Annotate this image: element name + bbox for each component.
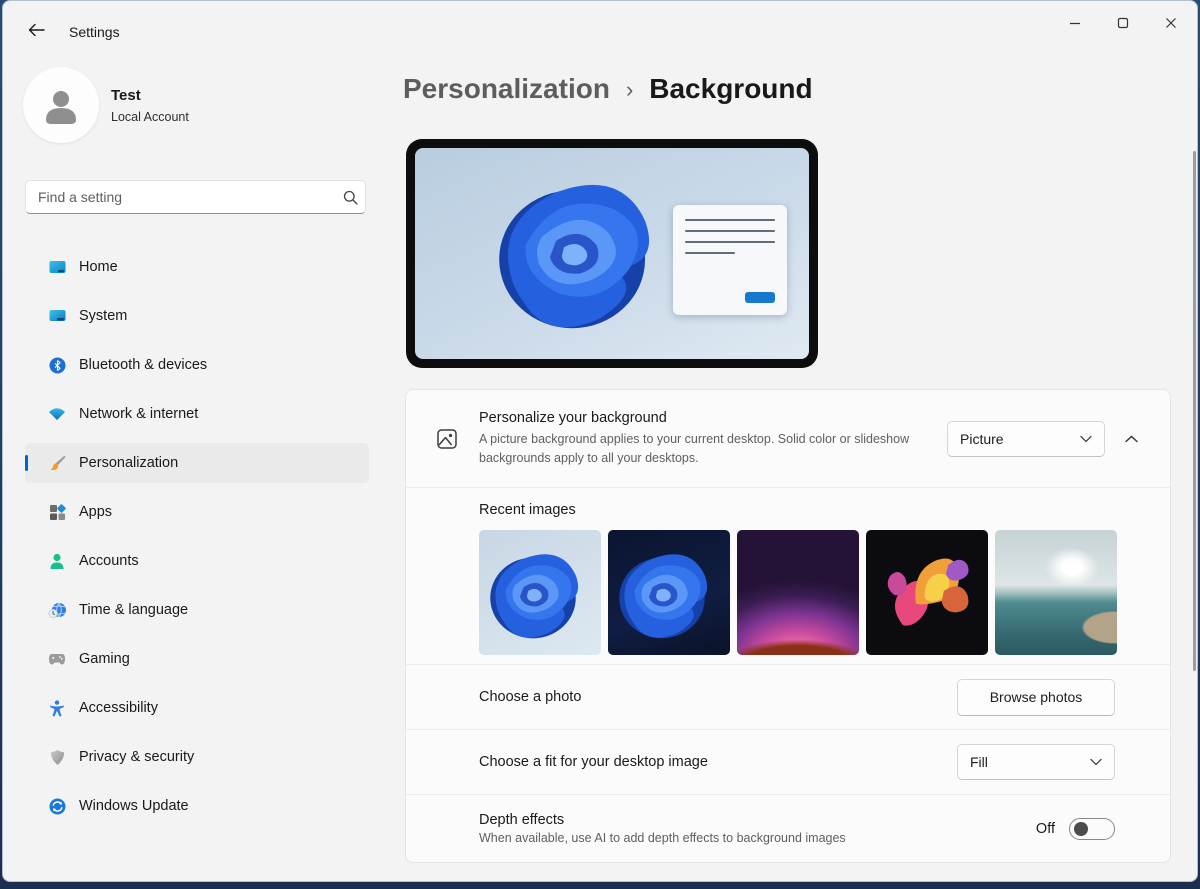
section-title: Personalize your background bbox=[479, 410, 927, 426]
collapse-expander-button[interactable] bbox=[1114, 422, 1148, 456]
background-type-value: Picture bbox=[960, 431, 1080, 447]
sidebar-item-personalization[interactable]: Personalization bbox=[25, 443, 369, 483]
user-icon bbox=[40, 84, 82, 126]
depth-effects-description: When available, use AI to add depth effe… bbox=[479, 831, 1036, 845]
depth-effects-row: Depth effects When available, use AI to … bbox=[406, 795, 1170, 862]
windows-update-icon bbox=[48, 797, 66, 815]
maximize-icon bbox=[1117, 17, 1129, 29]
recent-image-thumbnail-glow[interactable] bbox=[737, 530, 859, 655]
depth-effects-state-label: Off bbox=[1036, 821, 1055, 837]
sidebar-item-label: Windows Update bbox=[79, 798, 189, 814]
recent-image-thumbnail-abstract-flower[interactable] bbox=[866, 530, 988, 655]
personalization-icon bbox=[48, 454, 66, 472]
sidebar-item-label: Home bbox=[79, 259, 118, 275]
preview-dialog-mock bbox=[673, 205, 787, 315]
system-icon bbox=[48, 307, 66, 325]
breadcrumb-parent[interactable]: Personalization bbox=[403, 73, 610, 105]
search-icon[interactable] bbox=[335, 190, 365, 205]
sidebar-item-label: Bluetooth & devices bbox=[79, 357, 207, 373]
chevron-up-icon bbox=[1125, 435, 1138, 443]
time-language-icon bbox=[48, 601, 66, 619]
sidebar-item-label: Gaming bbox=[79, 651, 130, 667]
accounts-icon bbox=[48, 552, 66, 570]
sidebar-item-label: System bbox=[79, 308, 127, 324]
breadcrumb-chevron-icon: › bbox=[626, 77, 633, 103]
gaming-icon bbox=[48, 650, 66, 668]
close-icon bbox=[1165, 17, 1177, 29]
background-type-dropdown[interactable]: Picture bbox=[947, 421, 1105, 457]
sidebar-item-time-language[interactable]: Time & language bbox=[25, 590, 369, 630]
chevron-down-icon bbox=[1090, 758, 1102, 766]
sidebar-item-label: Personalization bbox=[79, 455, 178, 471]
personalize-background-card: Personalize your background A picture ba… bbox=[405, 389, 1171, 863]
home-icon bbox=[48, 258, 66, 276]
bloom-wallpaper-art bbox=[450, 152, 694, 355]
chevron-down-icon bbox=[1080, 435, 1092, 443]
search-input[interactable] bbox=[26, 189, 335, 205]
privacy-icon bbox=[48, 748, 66, 766]
background-preview-screen bbox=[415, 148, 809, 359]
app-title: Settings bbox=[69, 24, 120, 40]
background-preview-tablet bbox=[406, 139, 818, 368]
recent-images-list bbox=[479, 530, 1170, 655]
choose-fit-label: Choose a fit for your desktop image bbox=[479, 754, 957, 770]
recent-images-label: Recent images bbox=[479, 502, 1170, 518]
recent-image-thumbnail-landscape[interactable] bbox=[995, 530, 1117, 655]
sidebar-item-label: Privacy & security bbox=[79, 749, 194, 765]
bluetooth-icon bbox=[48, 356, 66, 374]
toggle-knob bbox=[1074, 822, 1088, 836]
sidebar-item-accessibility[interactable]: Accessibility bbox=[25, 688, 369, 728]
search-box bbox=[25, 180, 366, 214]
section-description: A picture background applies to your cur… bbox=[479, 430, 927, 466]
breadcrumb: Personalization › Background bbox=[403, 73, 813, 105]
titlebar: Settings bbox=[3, 1, 1197, 49]
back-button[interactable] bbox=[19, 15, 53, 45]
sidebar-nav: Home System Bluetooth & devices Network … bbox=[25, 247, 369, 835]
sidebar-item-label: Time & language bbox=[79, 602, 188, 618]
back-arrow-icon bbox=[28, 23, 45, 37]
recent-image-thumbnail-bloom-light[interactable] bbox=[479, 530, 601, 655]
sidebar-item-apps[interactable]: Apps bbox=[25, 492, 369, 532]
minimize-icon bbox=[1069, 17, 1081, 29]
sidebar-item-bluetooth-devices[interactable]: Bluetooth & devices bbox=[25, 345, 369, 385]
browse-photos-button[interactable]: Browse photos bbox=[957, 679, 1115, 716]
sidebar-item-label: Accounts bbox=[79, 553, 139, 569]
sidebar-item-windows-update[interactable]: Windows Update bbox=[25, 786, 369, 826]
sidebar-item-system[interactable]: System bbox=[25, 296, 369, 336]
choose-photo-label: Choose a photo bbox=[479, 689, 957, 705]
account-name: Test bbox=[111, 87, 141, 104]
choose-photo-row: Choose a photo Browse photos bbox=[406, 665, 1170, 729]
page-title: Background bbox=[649, 73, 812, 105]
sidebar-item-privacy-security[interactable]: Privacy & security bbox=[25, 737, 369, 777]
sidebar-item-label: Network & internet bbox=[79, 406, 198, 422]
personalize-background-header[interactable]: Personalize your background A picture ba… bbox=[406, 390, 1170, 487]
vertical-scrollbar[interactable] bbox=[1193, 151, 1196, 671]
account-type: Local Account bbox=[111, 110, 189, 124]
depth-effects-toggle[interactable] bbox=[1069, 818, 1115, 840]
sidebar-item-home[interactable]: Home bbox=[25, 247, 369, 287]
sidebar-item-label: Accessibility bbox=[79, 700, 158, 716]
preview-dialog-lines bbox=[685, 219, 775, 263]
avatar[interactable] bbox=[23, 67, 99, 143]
fit-dropdown-value: Fill bbox=[970, 754, 1090, 770]
choose-fit-row: Choose a fit for your desktop image Fill bbox=[406, 730, 1170, 794]
sidebar-item-gaming[interactable]: Gaming bbox=[25, 639, 369, 679]
sidebar-item-accounts[interactable]: Accounts bbox=[25, 541, 369, 581]
recent-images-section: Recent images bbox=[406, 488, 1170, 664]
close-button[interactable] bbox=[1147, 5, 1195, 41]
fit-dropdown[interactable]: Fill bbox=[957, 744, 1115, 780]
maximize-button[interactable] bbox=[1099, 5, 1147, 41]
apps-icon bbox=[48, 503, 66, 521]
sidebar-item-network-internet[interactable]: Network & internet bbox=[25, 394, 369, 434]
accessibility-icon bbox=[48, 699, 66, 717]
preview-dialog-button bbox=[745, 292, 775, 303]
depth-effects-title: Depth effects bbox=[479, 812, 1036, 828]
network-icon bbox=[48, 405, 66, 423]
image-icon bbox=[434, 427, 460, 451]
sidebar-item-label: Apps bbox=[79, 504, 112, 520]
settings-window: Settings Test Local Account bbox=[2, 0, 1198, 882]
minimize-button[interactable] bbox=[1051, 5, 1099, 41]
recent-image-thumbnail-bloom-dark[interactable] bbox=[608, 530, 730, 655]
